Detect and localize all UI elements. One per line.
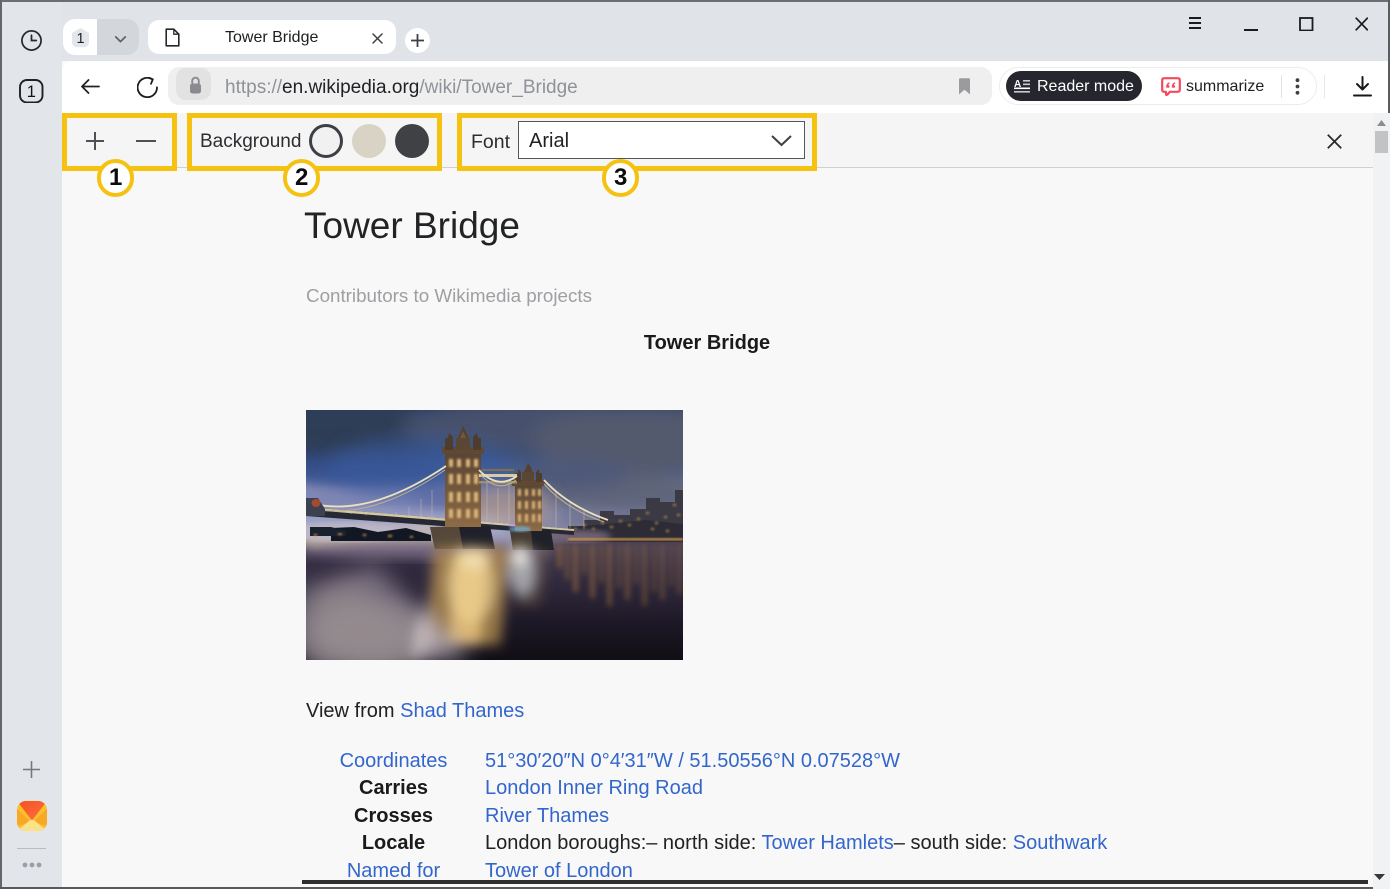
svg-text:1: 1: [76, 31, 84, 47]
svg-text:1: 1: [27, 83, 36, 101]
